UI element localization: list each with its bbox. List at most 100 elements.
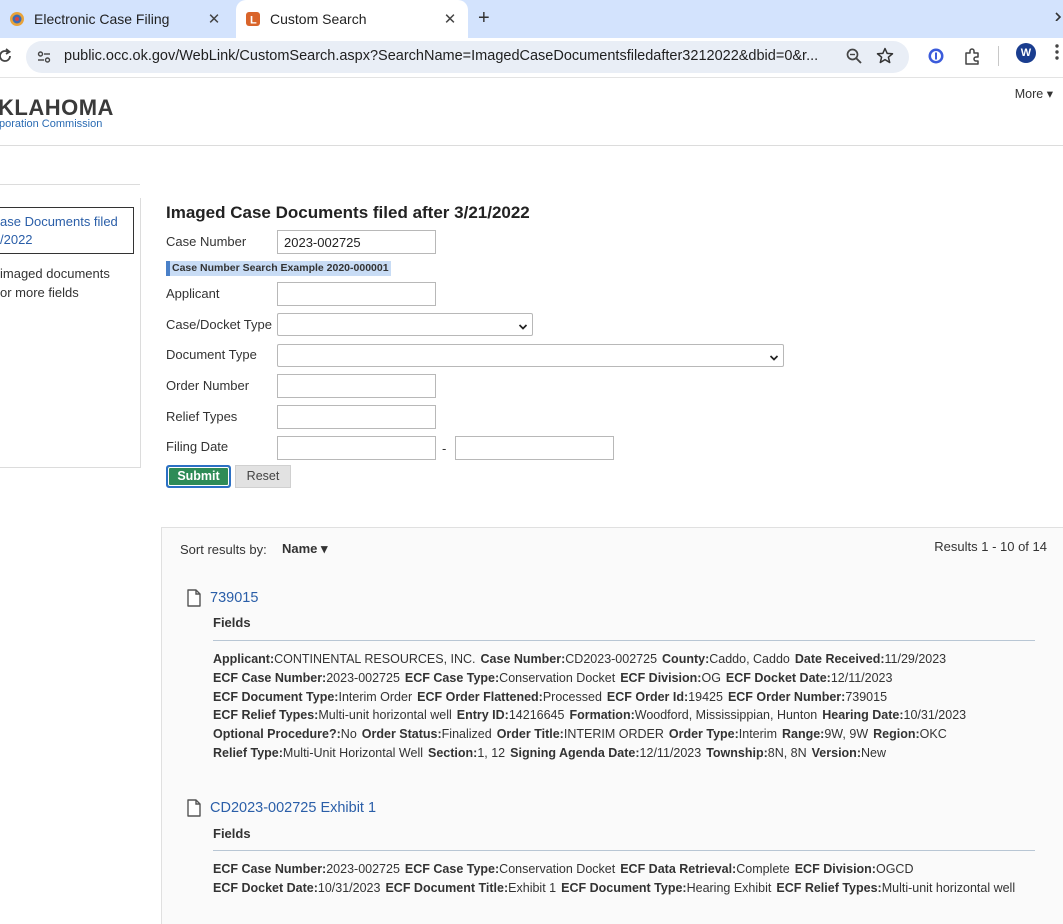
svg-text:L: L	[250, 15, 257, 27]
password-manager-icon[interactable]	[927, 47, 945, 70]
field-value: 2023-002725	[326, 670, 400, 685]
case-number-input[interactable]	[277, 230, 436, 254]
field-value: 8N, 8N	[767, 746, 807, 760]
left-panel-divider	[0, 184, 140, 185]
relief-types-input[interactable]	[277, 405, 436, 429]
field-pair: ECF Relief Types:Multi-unit horizontal w…	[213, 708, 452, 722]
field-key: Relief Type:	[213, 746, 283, 760]
order-number-label: Order Number	[166, 378, 250, 393]
field-key: Order Type:	[668, 727, 739, 742]
saved-search-item[interactable]: ase Documents filed /2022	[0, 207, 134, 254]
field-value: Processed	[542, 689, 602, 704]
site-settings-icon[interactable]	[36, 49, 52, 70]
toolbar-divider	[998, 46, 999, 66]
field-pair: ECF Order Number:739015	[728, 690, 887, 704]
field-pair: ECF Case Number:2023-002725	[213, 671, 400, 685]
zoom-icon[interactable]	[845, 47, 863, 70]
field-value: Complete	[736, 862, 790, 876]
field-pair: Hearing Date:10/31/2023	[822, 708, 966, 722]
fields-heading: Fields	[213, 615, 251, 630]
sort-label: Sort results by:	[180, 542, 267, 557]
document-type-select[interactable]	[277, 344, 784, 367]
field-pair: County:Caddo, Caddo	[662, 652, 790, 666]
field-line: ECF Relief Types:Multi-unit horizontal w…	[213, 708, 971, 722]
applicant-input[interactable]	[277, 282, 436, 306]
form-title: Imaged Case Documents filed after 3/21/2…	[166, 203, 530, 222]
field-pair: Signing Agenda Date:12/11/2023	[510, 746, 701, 760]
close-icon[interactable]: ✕	[440, 10, 460, 28]
laserfiche-icon: L	[244, 10, 262, 28]
field-key: ECF Case Type:	[404, 862, 500, 876]
field-pair: Order Title:INTERIM ORDER	[497, 727, 664, 741]
field-key: Applicant:	[213, 652, 275, 666]
field-pair: ECF Case Type:Conservation Docket	[405, 862, 615, 876]
document-icon	[186, 799, 202, 822]
field-pair: Range:9W, 9W	[782, 727, 868, 741]
field-line: ECF Docket Date:10/31/2023 ECF Document T…	[213, 881, 1020, 895]
submit-button[interactable]: Submit	[166, 465, 231, 488]
tab-title: Custom Search	[270, 11, 367, 27]
field-pair: ECF Document Type:Interim Order	[213, 690, 412, 704]
field-value: Multi-unit horizontal well	[318, 708, 452, 723]
filing-date-end-input[interactable]	[455, 436, 614, 460]
order-number-input[interactable]	[277, 374, 436, 398]
tab-electronic-case-filing[interactable]: Electronic Case Filing ✕	[0, 0, 232, 38]
field-key: Date Received:	[794, 652, 885, 666]
site-header: KLAHOMA poration Commission More ▾	[0, 78, 1063, 146]
case-number-example: Case Number Search Example 2020-000001	[166, 261, 391, 276]
field-pair: ECF Relief Types:Multi-unit horizontal w…	[776, 881, 1015, 895]
browser-menu-icon[interactable]	[1055, 44, 1059, 65]
field-key: Order Status:	[361, 727, 442, 742]
reload-icon[interactable]	[0, 47, 14, 70]
field-line: Optional Procedure?:No Order Status:Final…	[213, 727, 952, 741]
field-pair: Case Number:CD2023-002725	[481, 652, 658, 666]
field-key: ECF Order Id:	[606, 689, 689, 704]
field-key: Optional Procedure?:	[213, 727, 341, 742]
chevron-down-icon[interactable]	[1055, 9, 1063, 24]
filing-date-start-input[interactable]	[277, 436, 436, 460]
url-text[interactable]: public.occ.ok.gov/WebLink/CustomSearch.a…	[64, 48, 844, 64]
result-title-link[interactable]: CD2023-002725 Exhibit 1	[210, 800, 376, 816]
close-icon[interactable]: ✕	[204, 10, 224, 28]
field-value: 10/31/2023	[903, 708, 967, 723]
reset-button[interactable]: Reset	[235, 465, 291, 488]
profile-avatar[interactable]: W	[1016, 43, 1036, 63]
field-key: ECF Order Number:	[727, 689, 846, 704]
field-value: No	[340, 727, 357, 742]
field-pair: Order Status:Finalized	[362, 727, 492, 741]
field-pair: ECF Division:OG	[620, 671, 721, 685]
field-key: ECF Document Title:	[385, 880, 509, 895]
field-pair: Applicant:CONTINENTAL RESOURCES, INC.	[213, 652, 476, 666]
field-line: ECF Document Type:Interim Order ECF Order…	[213, 690, 892, 704]
field-pair: Date Received:11/29/2023	[795, 652, 946, 666]
field-pair: Version:New	[812, 746, 886, 760]
field-value: OG	[701, 670, 721, 685]
field-value: Caddo, Caddo	[709, 652, 790, 666]
tab-custom-search[interactable]: L Custom Search ✕	[236, 0, 468, 38]
field-line: ECF Case Number:2023-002725 ECF Case Type…	[213, 862, 918, 876]
logo-subtitle[interactable]: poration Commission	[0, 118, 102, 130]
extensions-icon[interactable]	[963, 47, 982, 71]
field-value: 12/11/2023	[639, 746, 702, 760]
case-docket-type-select[interactable]	[277, 313, 533, 336]
field-pair: ECF Order Id:19425	[607, 690, 723, 704]
result-title-link[interactable]: 739015	[210, 590, 258, 606]
field-pair: ECF Case Type:Conservation Docket	[405, 671, 615, 685]
sort-dropdown[interactable]: Name ▾	[282, 541, 328, 557]
case-number-label: Case Number	[166, 234, 247, 249]
saved-search-panel: ase Documents filed /2022 imaged documen…	[0, 198, 141, 468]
more-menu[interactable]: More ▾	[1015, 86, 1053, 101]
bookmark-star-icon[interactable]	[876, 47, 894, 70]
field-key: ECF Document Type:	[213, 689, 339, 704]
document-type-label: Document Type	[166, 347, 257, 362]
results-count: Results 1 - 10 of 14	[934, 539, 1047, 554]
field-value: Multi-unit horizontal well	[881, 880, 1016, 895]
address-bar[interactable]: public.occ.ok.gov/WebLink/CustomSearch.a…	[26, 41, 909, 73]
field-key: ECF Case Number:	[213, 862, 327, 876]
relief-types-label: Relief Types	[166, 409, 238, 424]
field-value: 9W, 9W	[824, 727, 869, 742]
field-key: ECF Division:	[620, 670, 702, 685]
new-tab-button[interactable]: +	[478, 8, 490, 28]
field-value: Interim Order	[338, 689, 413, 704]
field-value: 12/11/2023	[830, 670, 893, 685]
